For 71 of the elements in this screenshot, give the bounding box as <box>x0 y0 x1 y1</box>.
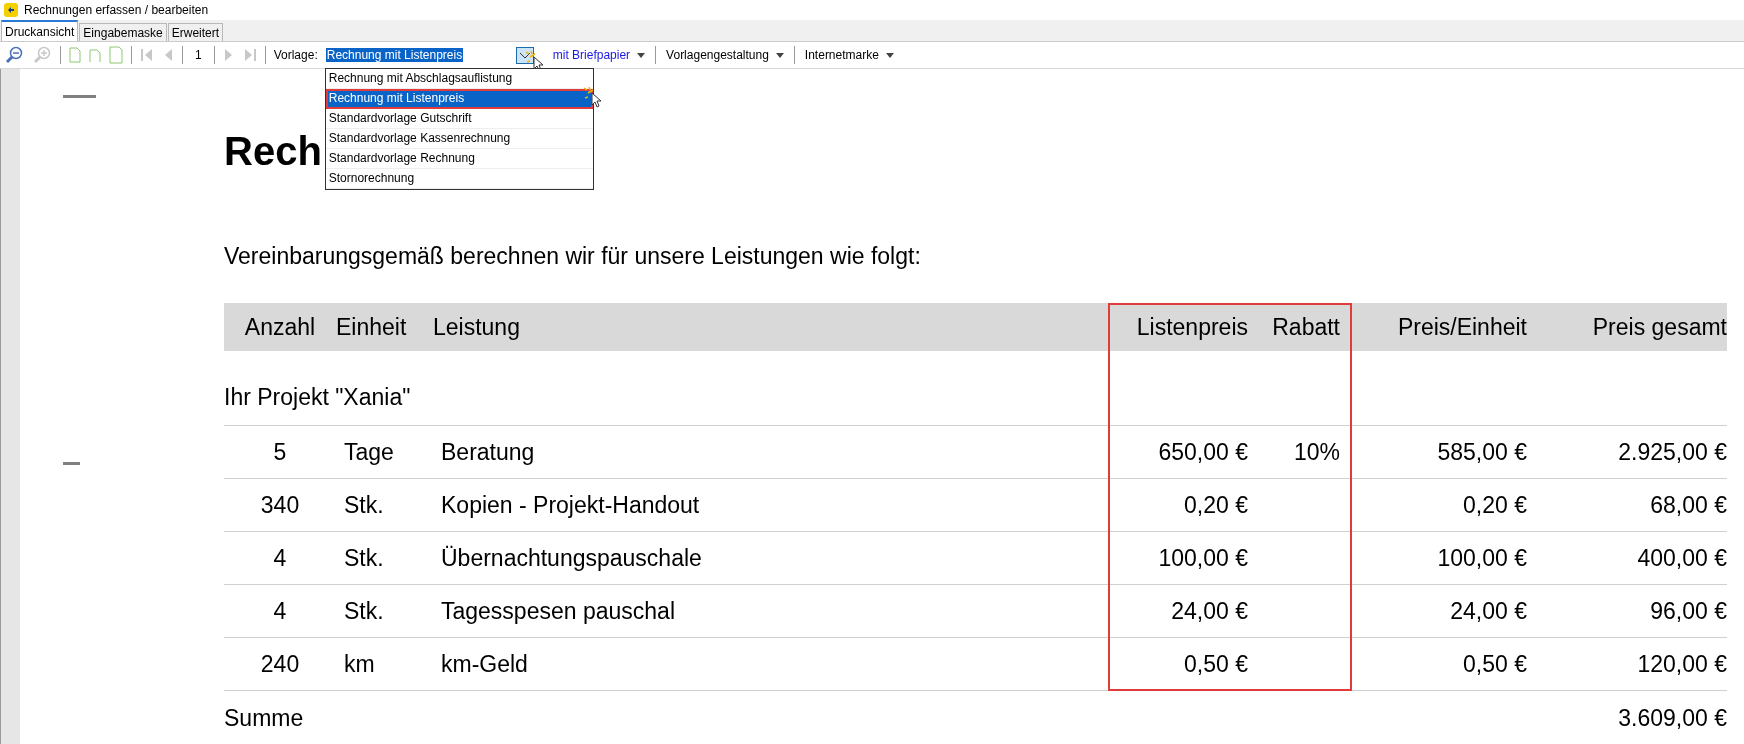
menu-button[interactable]: mit Briefpapier <box>550 48 648 62</box>
table-cell: 240 <box>224 638 336 691</box>
last-page-icon[interactable] <box>242 47 257 63</box>
margin-mark <box>63 95 96 98</box>
table-cell: 5 <box>224 426 336 479</box>
table-cell: Tagesspesen pauschal <box>433 585 1110 638</box>
template-option[interactable]: Standardvorlage Rechnung <box>325 148 593 169</box>
first-page-icon[interactable] <box>140 47 154 63</box>
app-logo-icon <box>4 3 18 17</box>
table-cell: 0,20 € <box>1110 479 1248 532</box>
page-icon[interactable] <box>69 47 81 63</box>
table-cell: 68,00 € <box>1527 479 1727 532</box>
table-cell: 0,20 € <box>1340 479 1527 532</box>
table-cell: 24,00 € <box>1340 585 1527 638</box>
table-cell: 100,00 € <box>1110 532 1248 585</box>
table-cell: Stk. <box>336 532 433 585</box>
sum-total: 3.609,00 € <box>1617 703 1727 733</box>
column-header: Einheit <box>336 312 408 342</box>
dropdown-chevron-icon[interactable] <box>515 46 534 64</box>
template-option[interactable]: Standardvorlage Kassenrechnung <box>325 128 593 149</box>
caret-icon <box>637 52 646 58</box>
margin-mark <box>63 462 80 465</box>
table-cell: 0,50 € <box>1110 638 1248 691</box>
table-cell: 340 <box>224 479 336 532</box>
zoom-in-icon[interactable] <box>32 45 52 65</box>
table-cell: 96,00 € <box>1527 585 1727 638</box>
document-heading: Rech <box>224 128 322 175</box>
table-cell: 2.925,00 € <box>1527 426 1727 479</box>
column-header: Leistung <box>433 312 521 342</box>
menu-button[interactable]: Vorlagengestaltung <box>664 48 786 62</box>
intro-text: Vereinbarungsgemäß berechnen wir für unsere Leistungen wie folgt: <box>224 242 922 270</box>
sum-label: Summe <box>224 703 305 733</box>
table-cell: 4 <box>224 585 336 638</box>
tab[interactable]: Druckansicht <box>1 20 79 41</box>
table-cell: 0,50 € <box>1340 638 1527 691</box>
zoom-out-icon[interactable] <box>4 45 24 65</box>
template-label: Vorlage: <box>273 48 318 62</box>
window-title: Rechnungen erfassen / bearbeiten <box>24 3 209 17</box>
table-cell: 10% <box>1248 426 1340 479</box>
table-cell: Kopien - Projekt-Handout <box>433 479 1110 532</box>
table-cell: 100,00 € <box>1340 532 1527 585</box>
template-option[interactable]: Stornorechnung <box>325 168 593 189</box>
table-cell: 400,00 € <box>1527 532 1727 585</box>
table-cell: 24,00 € <box>1110 585 1248 638</box>
template-option[interactable]: Rechnung mit Abschlagsauflistung <box>325 68 593 89</box>
page-number-field[interactable]: 1 <box>191 48 206 62</box>
column-header: Preis/Einheit <box>1396 312 1527 342</box>
table-cell: Stk. <box>336 585 433 638</box>
column-header: Preis gesamt <box>1591 312 1727 342</box>
caret-icon <box>885 52 894 58</box>
table-cell: 650,00 € <box>1110 426 1248 479</box>
table-cell: Stk. <box>336 479 433 532</box>
menu-button[interactable]: Internetmarke <box>802 48 896 62</box>
page-icon[interactable] <box>109 46 123 64</box>
column-header: Listenpreis <box>1135 312 1248 342</box>
table-cell: Übernachtungspauschale <box>433 532 1110 585</box>
column-header: Anzahl <box>243 312 317 342</box>
tab[interactable]: Erweitert <box>167 23 224 41</box>
caret-icon <box>775 52 784 58</box>
column-header: Rabatt <box>1271 312 1340 342</box>
table-cell: 4 <box>224 532 336 585</box>
group-title: Ihr Projekt "Xania" <box>224 351 1727 426</box>
table-cell: 120,00 € <box>1527 638 1727 691</box>
table-cell: km <box>336 638 433 691</box>
tab[interactable]: Eingabemaske <box>79 23 167 41</box>
table-cell: km-Geld <box>433 638 1110 691</box>
page-icon[interactable] <box>89 47 101 63</box>
table-cell: Tage <box>336 426 433 479</box>
template-option[interactable]: Standardvorlage Gutschrift <box>325 108 593 129</box>
table-cell: Beratung <box>433 426 1110 479</box>
table-cell: 585,00 € <box>1340 426 1527 479</box>
